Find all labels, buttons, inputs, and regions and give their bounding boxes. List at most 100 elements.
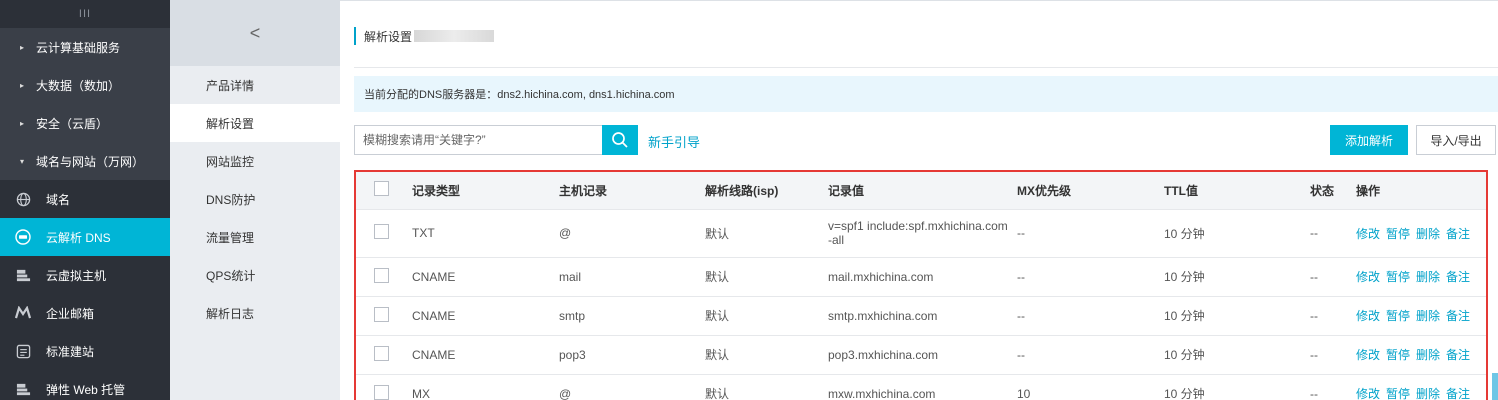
subnav-item-dns-protection[interactable]: DNS防护 [170, 180, 340, 218]
delete-link[interactable]: 删除 [1416, 270, 1440, 284]
search-button[interactable] [602, 125, 638, 155]
caret-right-icon: ▸ [20, 118, 25, 128]
main-content: 解析设置 当前分配的DNS服务器是：dns2.hichina.com, dns1… [340, 0, 1498, 400]
delete-link[interactable]: 删除 [1416, 309, 1440, 323]
edit-link[interactable]: 修改 [1356, 270, 1380, 284]
remark-link[interactable]: 备注 [1446, 387, 1470, 400]
edit-link[interactable]: 修改 [1356, 227, 1380, 241]
row-checkbox[interactable] [374, 267, 389, 283]
column-header[interactable]: TTL值 [1164, 172, 1310, 209]
mx-priority: -- [1017, 308, 1025, 323]
sidebar-item-enterprise-mail[interactable]: 企业邮箱 [0, 294, 170, 332]
mail-m-icon [14, 304, 32, 322]
record-value: mxw.mxhichina.com [828, 386, 936, 400]
globe-icon [14, 190, 32, 208]
remark-link[interactable]: 备注 [1446, 309, 1470, 323]
search-bar [354, 125, 638, 155]
row-checkbox[interactable] [374, 384, 389, 400]
subnav-item-qps-stats[interactable]: QPS统计 [170, 256, 340, 294]
pause-link[interactable]: 暂停 [1386, 227, 1410, 241]
select-all-checkbox[interactable] [374, 181, 389, 197]
mx-priority: -- [1017, 226, 1025, 240]
server-icon [14, 266, 32, 284]
subnav-item-product-detail[interactable]: 产品详情 [170, 66, 340, 104]
sidebar-item-domain[interactable]: 域名 [0, 180, 170, 218]
sidebar-group-big-data[interactable]: ▸ 大数据（数加） [0, 66, 170, 104]
sidebar-item-label: 域名 [46, 192, 71, 207]
sidebar-item-cloud-dns[interactable]: 云解析 DNS [0, 218, 170, 256]
column-header[interactable]: MX优先级 [1017, 172, 1164, 209]
column-header[interactable]: 记录类型 [412, 172, 559, 209]
import-export-button[interactable]: 导入/导出 [1416, 125, 1496, 155]
row-checkbox[interactable] [374, 224, 389, 239]
sidebar-group-label: 安全（云盾） [36, 116, 109, 131]
table-row: TXT @ 默认 v=spf1 include:spf.mxhichina.co… [356, 209, 1486, 257]
record-status: -- [1310, 269, 1318, 284]
back-button[interactable]: < [170, 0, 340, 66]
sidebar-item-label: 云解析 DNS [46, 230, 111, 245]
row-actions: 修改 暂停 删除 备注 [1356, 296, 1486, 335]
page-scrollbar-thumb[interactable] [1492, 373, 1498, 400]
ttl-value: 10 分钟 [1164, 270, 1205, 284]
row-checkbox[interactable] [374, 345, 389, 361]
edit-link[interactable]: 修改 [1356, 309, 1380, 323]
column-header[interactable]: 记录值 [828, 172, 1017, 209]
subnav-item-dns-settings[interactable]: 解析设置 [170, 104, 340, 142]
sidebar-group-domains-sites[interactable]: ▾ 域名与网站（万网） [0, 142, 170, 180]
sidebar-item-virtual-host[interactable]: 云虚拟主机 [0, 256, 170, 294]
sidebar-collapse-toggle[interactable]: III [0, 0, 170, 28]
sidebar-group-cloud-basic[interactable]: ▸ 云计算基础服务 [0, 28, 170, 66]
record-value: mail.mxhichina.com [828, 269, 934, 284]
column-header[interactable]: 主机记录 [559, 172, 705, 209]
pause-link[interactable]: 暂停 [1386, 348, 1410, 362]
delete-link[interactable]: 删除 [1416, 227, 1440, 241]
site-icon [14, 342, 32, 360]
host-record: mail [559, 269, 582, 284]
subnav-item-traffic-management[interactable]: 流量管理 [170, 218, 340, 256]
record-type: MX [412, 386, 430, 400]
column-header[interactable]: 状态 [1310, 172, 1356, 209]
column-header[interactable]: 解析线路(isp) [705, 172, 828, 209]
row-actions: 修改 暂停 删除 备注 [1356, 335, 1486, 374]
redacted-domain [414, 30, 495, 42]
resolution-line: 默认 [705, 226, 730, 241]
row-actions: 修改 暂停 删除 备注 [1356, 374, 1486, 400]
sidebar-item-standard-site[interactable]: 标准建站 [0, 332, 170, 370]
record-type: CNAME [412, 269, 456, 284]
pause-link[interactable]: 暂停 [1386, 270, 1410, 284]
mx-priority: 10 [1017, 386, 1031, 400]
delete-link[interactable]: 删除 [1416, 348, 1440, 362]
sidebar-item-label: 标准建站 [46, 344, 95, 359]
resolution-line: 默认 [705, 270, 730, 284]
host-record: smtp [559, 308, 586, 323]
subnav-item-site-monitor[interactable]: 网站监控 [170, 142, 340, 180]
main-sidebar: III ▸ 云计算基础服务 ▸ 大数据（数加） ▸ 安全（云盾） ▾ 域名与网站… [0, 0, 170, 400]
record-type: CNAME [412, 347, 456, 362]
edit-link[interactable]: 修改 [1356, 348, 1380, 362]
sidebar-item-web-hosting[interactable]: 弹性 Web 托管 [0, 370, 170, 400]
host-record: @ [559, 226, 572, 240]
dns-server-notice: 当前分配的DNS服务器是：dns2.hichina.com, dns1.hich… [354, 76, 1498, 112]
remark-link[interactable]: 备注 [1446, 227, 1470, 241]
sidebar-group-security[interactable]: ▸ 安全（云盾） [0, 104, 170, 142]
sidebar-item-label: 云虚拟主机 [46, 268, 107, 283]
table-header-row: 记录类型 主机记录 解析线路(isp) 记录值 MX优先级 TTL值 状态 操作 [356, 172, 1486, 209]
caret-right-icon: ▸ [20, 42, 25, 52]
pause-link[interactable]: 暂停 [1386, 387, 1410, 400]
sidebar-group-label: 云计算基础服务 [36, 40, 121, 55]
subnav-item-dns-log[interactable]: 解析日志 [170, 294, 340, 332]
sidebar-group-label: 域名与网站（万网） [36, 154, 145, 169]
search-input[interactable] [354, 125, 602, 155]
record-status: -- [1310, 308, 1318, 323]
pause-link[interactable]: 暂停 [1386, 309, 1410, 323]
delete-link[interactable]: 删除 [1416, 387, 1440, 400]
remark-link[interactable]: 备注 [1446, 348, 1470, 362]
table-row: MX @ 默认 mxw.mxhichina.com 10 10 分钟 -- 修改… [356, 374, 1486, 400]
record-type: CNAME [412, 308, 456, 323]
add-record-button[interactable]: 添加解析 [1330, 125, 1408, 155]
dns-icon [14, 228, 32, 246]
row-checkbox[interactable] [374, 306, 389, 322]
remark-link[interactable]: 备注 [1446, 270, 1470, 284]
edit-link[interactable]: 修改 [1356, 387, 1380, 400]
beginner-guide-link[interactable]: 新手引导 [648, 132, 700, 151]
